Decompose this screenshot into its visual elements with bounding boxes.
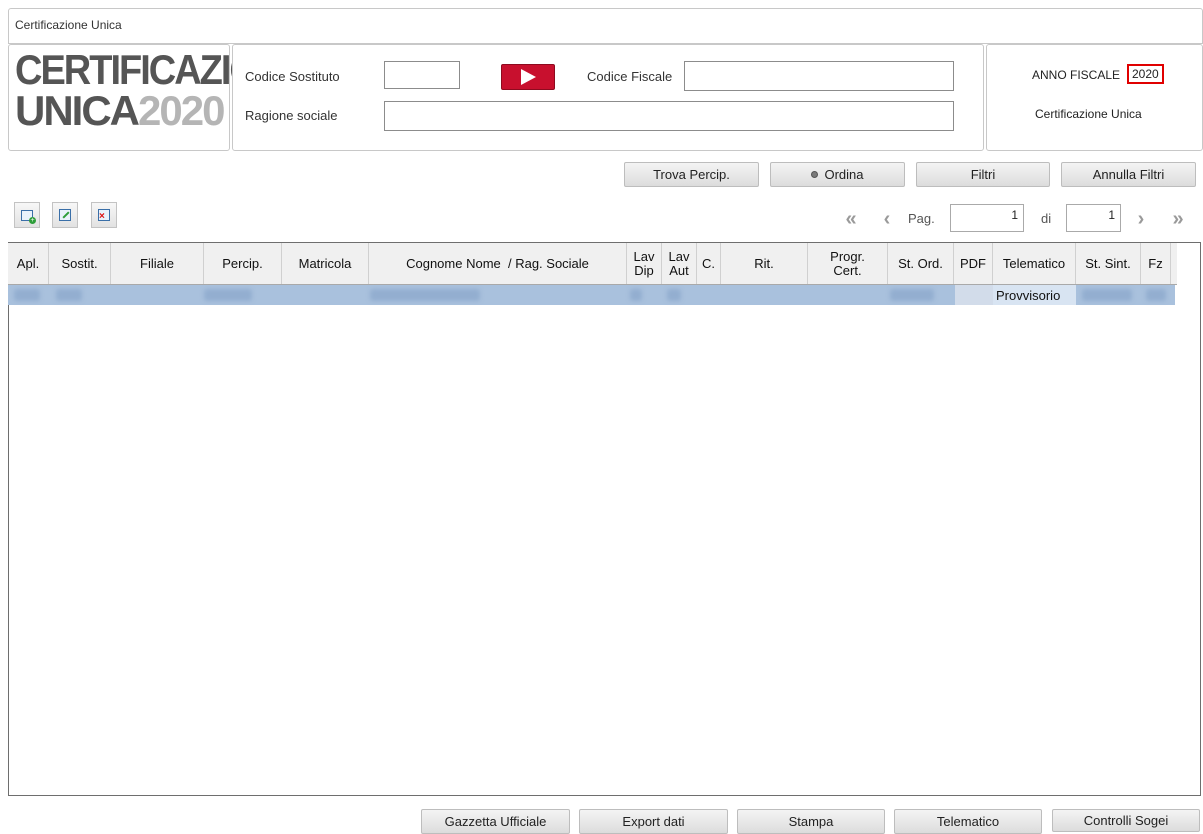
- col-c[interactable]: C.: [697, 243, 721, 284]
- telematico-button[interactable]: Telematico: [894, 809, 1042, 834]
- double-chevron-left-icon: «: [845, 207, 857, 230]
- next-page-button[interactable]: ›: [1128, 206, 1154, 232]
- last-page-button[interactable]: »: [1165, 206, 1191, 232]
- col-rit[interactable]: Rit.: [721, 243, 808, 284]
- pdf-cell: [955, 285, 993, 305]
- redacted-cell: [56, 289, 82, 301]
- filtri-button[interactable]: Filtri: [916, 162, 1050, 187]
- col-filiale[interactable]: Filiale: [111, 243, 204, 284]
- redacted-cell: [370, 289, 480, 301]
- gazzetta-ufficiale-button[interactable]: Gazzetta Ufficiale: [421, 809, 570, 834]
- di-label: di: [1041, 211, 1052, 226]
- edit-record-button[interactable]: [52, 202, 78, 228]
- col-lav-dip[interactable]: Lav Dip: [627, 243, 662, 284]
- col-lav-aut[interactable]: Lav Aut: [662, 243, 697, 284]
- window-title-bar: Certificazione Unica: [8, 8, 1203, 44]
- logo-year: 2020: [138, 87, 225, 134]
- edit-record-icon: [59, 209, 71, 221]
- redacted-cell: [890, 289, 934, 301]
- col-pdf[interactable]: PDF: [954, 243, 993, 284]
- window-title: Certificazione Unica: [15, 18, 122, 32]
- total-pages-value: 1: [1108, 208, 1115, 222]
- col-st-ord[interactable]: St. Ord.: [888, 243, 954, 284]
- col-cognome-nome[interactable]: Cognome Nome / Rag. Sociale: [369, 243, 627, 284]
- telematico-cell: Provvisorio: [993, 285, 1076, 305]
- page-input[interactable]: 1: [950, 204, 1024, 232]
- page-value: 1: [1011, 208, 1018, 222]
- chevron-right-icon: ›: [1137, 207, 1145, 230]
- prev-page-button[interactable]: ‹: [874, 206, 900, 232]
- redacted-cell: [1082, 289, 1132, 301]
- export-dati-button[interactable]: Export dati: [579, 809, 728, 834]
- redacted-cell: [1146, 289, 1166, 301]
- col-matricola[interactable]: Matricola: [282, 243, 369, 284]
- col-progr-cert[interactable]: Progr. Cert.: [808, 243, 888, 284]
- ordina-button[interactable]: Ordina: [770, 162, 905, 187]
- anno-fiscale-value: 2020: [1127, 64, 1164, 84]
- redacted-cell: [630, 289, 642, 301]
- ragione-sociale-label: Ragione sociale: [245, 108, 338, 123]
- col-percip[interactable]: Percip.: [204, 243, 282, 284]
- radio-dot-icon: [811, 171, 819, 178]
- annulla-filtri-button[interactable]: Annulla Filtri: [1061, 162, 1196, 187]
- col-sostit[interactable]: Sostit.: [49, 243, 111, 284]
- data-grid[interactable]: [8, 242, 1201, 796]
- telematico-value: Provvisorio: [996, 288, 1061, 303]
- chevron-left-icon: ‹: [883, 207, 891, 230]
- col-apl[interactable]: Apl.: [8, 243, 49, 284]
- logo-panel: CERTIFICAZIONE UNICA2020: [8, 44, 308, 151]
- sostituto-form-panel: Codice Sostituto Codice Fiscale Ragione …: [232, 44, 984, 151]
- search-play-button[interactable]: [501, 64, 555, 90]
- delete-record-button[interactable]: ×: [91, 202, 117, 228]
- new-record-icon: +: [21, 209, 36, 224]
- logo-unica: UNICA: [15, 87, 140, 134]
- anno-fiscale-panel: ANNO FISCALE 2020 Certificazione Unica: [986, 44, 1203, 151]
- col-st-sint[interactable]: St. Sint.: [1076, 243, 1141, 284]
- codice-sostituto-label: Codice Sostituto: [245, 69, 340, 84]
- redacted-cell: [667, 289, 681, 301]
- delete-record-icon: ×: [98, 209, 110, 222]
- codice-fiscale-label: Codice Fiscale: [587, 69, 673, 84]
- double-chevron-right-icon: »: [1172, 207, 1184, 230]
- trova-percip-button[interactable]: Trova Percip.: [624, 162, 759, 187]
- ragione-sociale-input[interactable]: [384, 101, 954, 131]
- pag-label: Pag.: [908, 211, 935, 226]
- redacted-cell: [204, 289, 252, 301]
- first-page-button[interactable]: «: [838, 206, 864, 232]
- grid-header: Apl. Sostit. Filiale Percip. Matricola C…: [8, 243, 1177, 285]
- anno-fiscale-label: ANNO FISCALE: [1032, 68, 1121, 82]
- codice-sostituto-input[interactable]: [384, 61, 460, 89]
- col-telematico[interactable]: Telematico: [993, 243, 1076, 284]
- controlli-sogei-button[interactable]: Controlli Sogei: [1052, 809, 1200, 832]
- new-record-button[interactable]: +: [14, 202, 40, 228]
- anno-subtitle: Certificazione Unica: [1035, 107, 1142, 121]
- play-icon: [520, 69, 536, 85]
- redacted-cell: [14, 289, 40, 301]
- total-pages-field: 1: [1066, 204, 1121, 232]
- codice-fiscale-input[interactable]: [684, 61, 954, 91]
- stampa-button[interactable]: Stampa: [737, 809, 885, 834]
- ordina-label: Ordina: [824, 167, 864, 182]
- col-fz[interactable]: Fz: [1141, 243, 1171, 284]
